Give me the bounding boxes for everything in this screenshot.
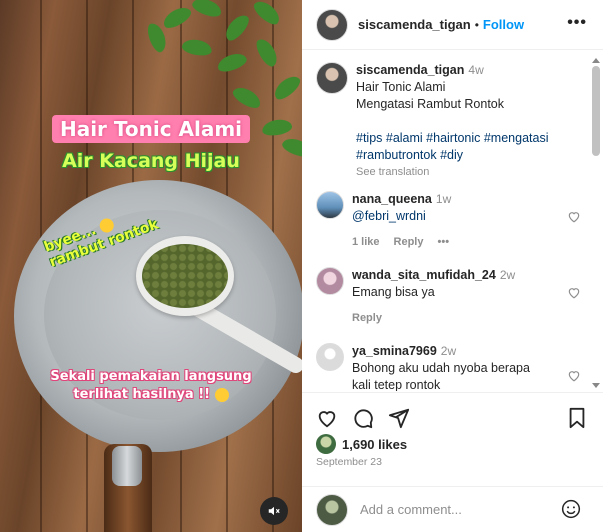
cooking-pan [14,180,302,452]
author-avatar[interactable] [316,8,348,41]
likes-summary[interactable]: 1,690 likes [316,434,407,454]
caption-line: Mengatasi Rambut Rontok [356,97,504,111]
scroll-up-arrow-icon[interactable] [592,58,600,63]
comment-text: Bohong aku udah nyoba berapa kali tetep … [352,361,530,391]
caption-username[interactable]: siscamenda_tigan [356,63,464,77]
pan-handle-ring [112,446,142,486]
author-avatar[interactable] [316,62,348,94]
separator-dot: • [474,17,479,32]
comment-bubble-icon[interactable] [352,407,374,429]
reply-button[interactable]: Reply [352,310,382,327]
current-user-avatar [316,493,348,526]
see-translation-link[interactable]: See translation [356,164,576,181]
comment-time: 2w [440,344,457,358]
more-options-button[interactable]: ••• [567,14,587,32]
comment-username[interactable]: nana_queena [352,192,432,206]
comment-time: 2w [499,268,516,282]
liker-avatar[interactable] [316,434,336,454]
comment-text[interactable]: @febri_wrdni [352,208,572,225]
commenter-avatar[interactable] [316,191,344,219]
likes-count[interactable]: 1,690 likes [342,437,407,452]
video-bottom-caption: Sekali pemakaian langsung terlihat hasil… [50,369,252,402]
post-side-panel: siscamenda_tigan • Follow ••• siscamenda… [302,0,603,532]
comment-options-button[interactable]: ••• [438,234,450,251]
post-date: September 23 [316,456,382,468]
post-media[interactable]: Hair Tonic Alami Air Kacang Hijau byee..… [0,0,302,532]
comment-item: nana_queena 1w @febri_wrdni 1 like Reply … [316,191,576,251]
commenter-avatar[interactable] [316,267,344,295]
reply-button[interactable]: Reply [394,234,424,251]
author-username[interactable]: siscamenda_tigan [358,17,471,32]
comments-scrollbar[interactable] [591,56,601,390]
heart-icon[interactable] [567,369,581,382]
add-comment-bar: Add a comment... [302,486,603,532]
emoji-icon [214,387,229,402]
follow-button[interactable]: Follow [483,17,524,32]
add-comment-input[interactable]: Add a comment... [360,502,560,517]
caption-hashtags[interactable]: #tips #alami #hairtonic #mengatasi [356,130,576,147]
emoji-smile-icon[interactable] [561,499,581,519]
comment-username[interactable]: wanda_sita_mufidah_24 [352,268,496,282]
comment-username[interactable]: ya_smina7969 [352,344,437,358]
mung-beans [142,244,228,308]
comment-item: wanda_sita_mufidah_24 2w Emang bisa ya Re… [316,267,576,327]
bookmark-icon[interactable] [566,407,588,429]
comment-like-count[interactable]: 1 like [352,234,380,251]
mute-button[interactable] [260,497,288,525]
comment-time: 1w [435,192,452,206]
caption-hashtags[interactable]: #rambutrontok #diy [356,147,576,164]
heart-icon[interactable] [567,210,581,223]
speaker-muted-icon [268,506,280,516]
heart-icon[interactable] [567,286,581,299]
share-paper-plane-icon[interactable] [388,407,410,429]
caption-time: 4w [468,63,484,77]
video-subtitle: Air Kacang Hijau [62,150,240,172]
caption-item: siscamenda_tigan 4w Hair Tonic Alami Meng… [316,62,576,181]
scroll-down-arrow-icon[interactable] [592,383,600,388]
scrollbar-thumb[interactable] [592,66,600,156]
caption-line: Hair Tonic Alami [356,80,446,94]
video-title: Hair Tonic Alami [0,115,302,143]
comment-item: ya_smina7969 2w Bohong aku udah nyoba ber… [316,343,576,391]
comments-list[interactable]: siscamenda_tigan 4w Hair Tonic Alami Meng… [302,51,603,391]
like-heart-icon[interactable] [316,407,338,429]
comment-text: Emang bisa ya [352,285,435,299]
commenter-avatar[interactable] [316,343,344,371]
post-header: siscamenda_tigan • Follow ••• [302,0,603,50]
